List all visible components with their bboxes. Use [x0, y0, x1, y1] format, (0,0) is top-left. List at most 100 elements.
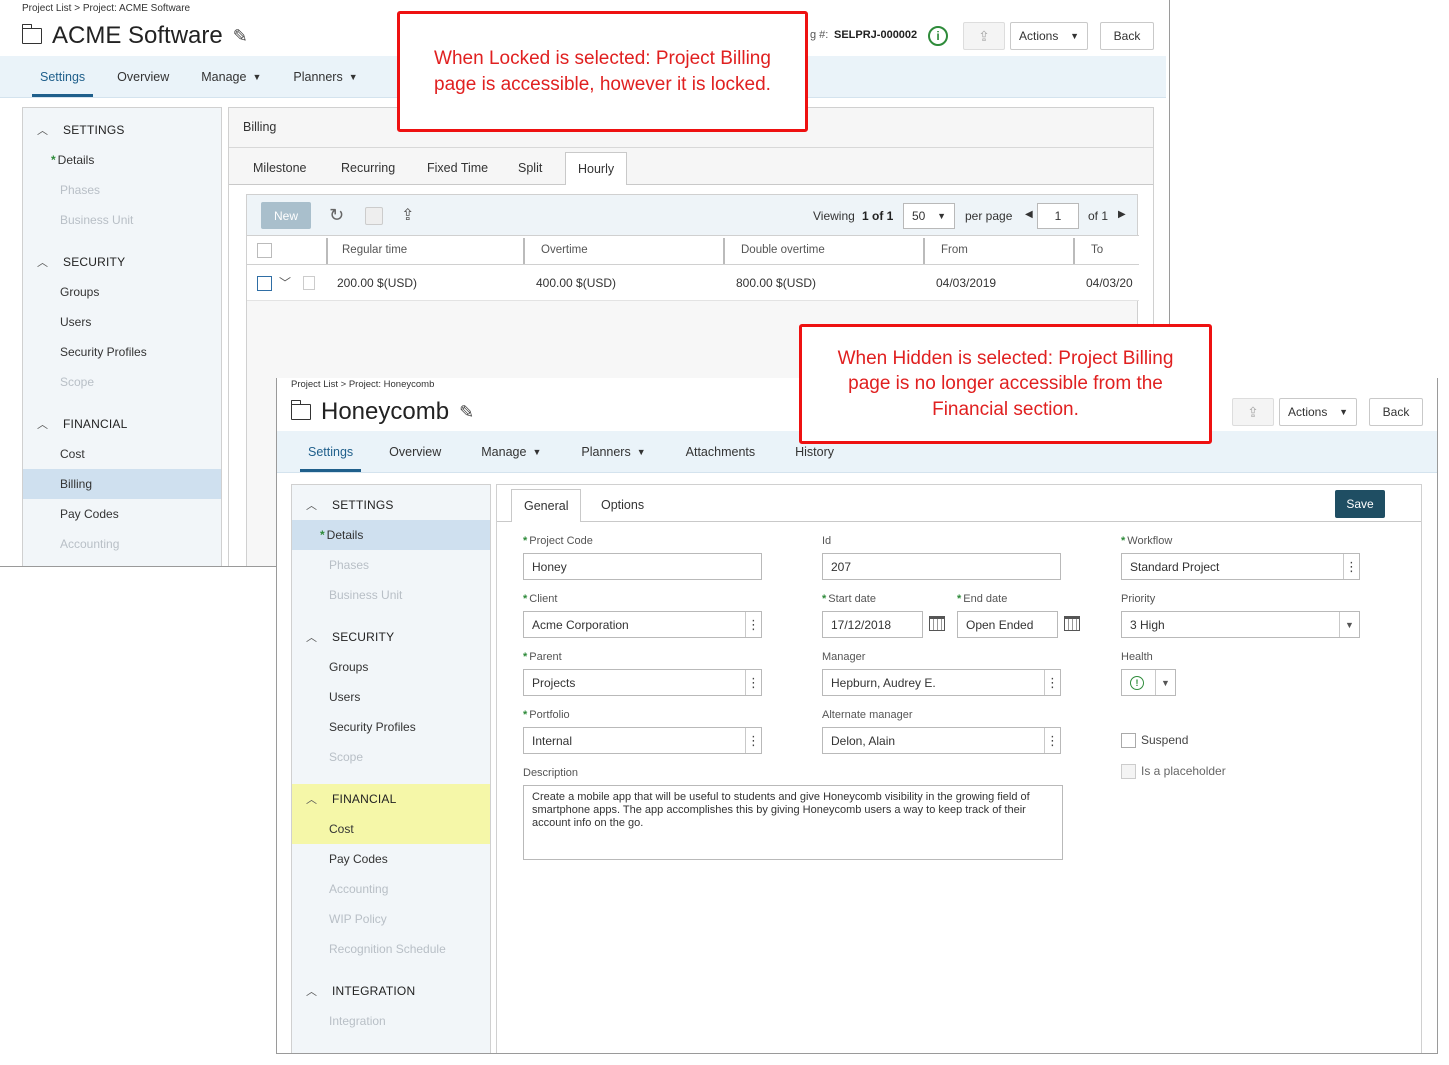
priority-select[interactable]: 3 High ▼ — [1121, 611, 1360, 638]
nav-planners[interactable]: Planners ▼ — [561, 431, 665, 472]
label-text: Project Code — [529, 535, 593, 547]
delete-icon[interactable] — [365, 207, 383, 225]
more-vertical-icon[interactable]: ⋮ — [745, 728, 761, 753]
info-icon[interactable]: i — [928, 26, 948, 46]
select-all-checkbox[interactable] — [257, 243, 272, 258]
export-icon[interactable]: ⇪ — [401, 205, 414, 225]
breadcrumb[interactable]: Project List > Project: Honeycomb — [291, 379, 434, 390]
sidebar-item-details[interactable]: * Details — [23, 145, 221, 175]
section-financial[interactable]: ︿ FINANCIAL — [23, 409, 221, 439]
page-input[interactable]: 1 — [1037, 203, 1079, 229]
actions-dropdown[interactable]: Actions ▼ — [1279, 398, 1357, 426]
end-date-field[interactable]: Open Ended — [957, 611, 1058, 638]
section-integration[interactable]: ︿ INTEGRATION — [292, 976, 490, 1006]
calendar-icon[interactable] — [1064, 616, 1080, 631]
viewing-range: 1 of 1 — [862, 209, 894, 223]
more-vertical-icon[interactable]: ⋮ — [745, 612, 761, 637]
sidebar-item-billing[interactable]: Billing — [23, 469, 221, 499]
tab-fixed-time[interactable]: Fixed Time — [415, 152, 500, 184]
column-divider[interactable] — [1073, 238, 1075, 264]
section-settings[interactable]: ︿ SETTINGS — [292, 490, 490, 520]
tab-hourly[interactable]: Hourly — [565, 152, 628, 185]
more-vertical-icon[interactable]: ⋮ — [745, 670, 761, 695]
portfolio-field[interactable]: Internal ⋮ — [523, 727, 762, 754]
col-overtime[interactable]: Overtime — [541, 236, 588, 264]
back-button[interactable]: Back — [1100, 22, 1154, 50]
manager-field[interactable]: Hepburn, Audrey E. ⋮ — [822, 669, 1061, 696]
health-select[interactable]: ! ▼ — [1121, 669, 1176, 696]
table-row[interactable]: ﹀ 200.00 $(USD) 400.00 $(USD) 800.00 $(U… — [247, 265, 1139, 301]
sidebar-item-groups[interactable]: Groups — [23, 277, 221, 307]
new-button[interactable]: New — [261, 202, 311, 229]
nav-manage[interactable]: Manage ▼ — [185, 56, 277, 97]
nav-label: Overview — [389, 444, 442, 459]
chevron-down-icon: ▼ — [636, 446, 646, 457]
suspend-checkbox[interactable] — [1121, 733, 1136, 748]
sidebar-item-users[interactable]: Users — [23, 307, 221, 337]
tab-general[interactable]: General — [511, 489, 582, 522]
col-to[interactable]: To — [1091, 236, 1103, 264]
more-vertical-icon[interactable]: ⋮ — [1343, 554, 1359, 579]
back-button[interactable]: Back — [1369, 398, 1423, 426]
nav-overview[interactable]: Overview — [101, 56, 185, 97]
cell-double-overtime: 800.00 $(USD) — [736, 276, 817, 290]
alternate-manager-field[interactable]: Delon, Alain ⋮ — [822, 727, 1061, 754]
section-settings[interactable]: ︿ SETTINGS — [23, 115, 221, 145]
placeholder-checkbox[interactable] — [1121, 764, 1136, 779]
nav-attachments[interactable]: Attachments — [666, 431, 775, 472]
col-from[interactable]: From — [941, 236, 968, 264]
workflow-field[interactable]: Standard Project ⋮ — [1121, 553, 1360, 580]
export-button[interactable]: ⇪ — [963, 22, 1005, 50]
sidebar-item-cost[interactable]: Cost — [23, 439, 221, 469]
next-page-icon[interactable]: ▶ — [1118, 209, 1126, 220]
nav-overview[interactable]: Overview — [369, 431, 461, 472]
column-divider[interactable] — [326, 238, 328, 264]
column-divider[interactable] — [523, 238, 525, 264]
edit-icon[interactable]: ✎ — [233, 26, 248, 47]
description-field[interactable]: Create a mobile app that will be useful … — [523, 785, 1063, 860]
refresh-icon[interactable]: ↻ — [329, 206, 344, 224]
breadcrumb[interactable]: Project List > Project: ACME Software — [22, 3, 190, 14]
nav-settings[interactable]: Settings — [292, 431, 369, 472]
actions-dropdown[interactable]: Actions ▼ — [1010, 22, 1088, 50]
sidebar-item-security-profiles[interactable]: Security Profiles — [292, 712, 490, 742]
section-security[interactable]: ︿ SECURITY — [23, 247, 221, 277]
row-checkbox[interactable] — [257, 276, 272, 291]
tab-options[interactable]: Options — [589, 489, 656, 521]
more-vertical-icon[interactable]: ⋮ — [1044, 728, 1060, 753]
tab-split[interactable]: Split — [506, 152, 554, 184]
tab-recurring[interactable]: Recurring — [329, 152, 407, 184]
sidebar-item-groups[interactable]: Groups — [292, 652, 490, 682]
export-button[interactable]: ⇪ — [1232, 398, 1274, 426]
column-divider[interactable] — [923, 238, 925, 264]
prev-page-icon[interactable]: ◀ — [1025, 209, 1033, 220]
sidebar-item-cost[interactable]: Cost — [292, 814, 490, 844]
nav-settings[interactable]: Settings — [24, 56, 101, 97]
trash-icon[interactable] — [303, 276, 315, 290]
parent-field[interactable]: Projects ⋮ — [523, 669, 762, 696]
calendar-icon[interactable] — [929, 616, 945, 631]
more-vertical-icon[interactable]: ⋮ — [1044, 670, 1060, 695]
per-page-select[interactable]: 50 ▼ — [903, 203, 955, 229]
nav-manage[interactable]: Manage ▼ — [461, 431, 561, 472]
client-field[interactable]: Acme Corporation ⋮ — [523, 611, 762, 638]
tab-milestone[interactable]: Milestone — [241, 152, 319, 184]
sidebar-item-security-profiles[interactable]: Security Profiles — [23, 337, 221, 367]
col-double-overtime[interactable]: Double overtime — [741, 236, 825, 264]
column-divider[interactable] — [723, 238, 725, 264]
section-financial[interactable]: ︿ FINANCIAL — [292, 784, 490, 814]
chevron-down-icon: ▼ — [252, 71, 262, 82]
sidebar-item-pay-codes[interactable]: Pay Codes — [292, 844, 490, 874]
project-code-field[interactable]: Honey — [523, 553, 762, 580]
save-button[interactable]: Save — [1335, 490, 1385, 518]
section-security[interactable]: ︿ SECURITY — [292, 622, 490, 652]
nav-planners[interactable]: Planners ▼ — [277, 56, 373, 97]
sidebar-item-pay-codes[interactable]: Pay Codes — [23, 499, 221, 529]
sidebar-item-details[interactable]: * Details — [292, 520, 490, 550]
start-date-field[interactable]: 17/12/2018 — [822, 611, 923, 638]
expand-chevron-icon[interactable]: ﹀ — [279, 274, 291, 291]
id-field[interactable]: 207 — [822, 553, 1061, 580]
col-regular-time[interactable]: Regular time — [342, 236, 407, 264]
sidebar-item-users[interactable]: Users — [292, 682, 490, 712]
edit-icon[interactable]: ✎ — [459, 402, 474, 423]
